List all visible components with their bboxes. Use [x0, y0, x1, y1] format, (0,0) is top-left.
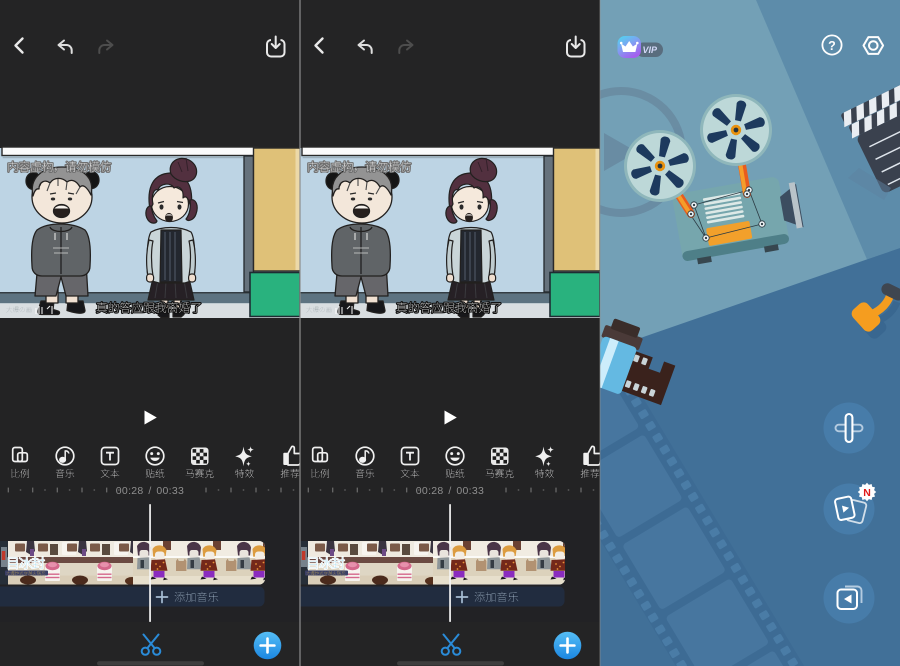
svg-text:?: ? [828, 39, 836, 53]
svg-text:N: N [863, 487, 871, 499]
svg-text:VIP: VIP [643, 45, 659, 55]
